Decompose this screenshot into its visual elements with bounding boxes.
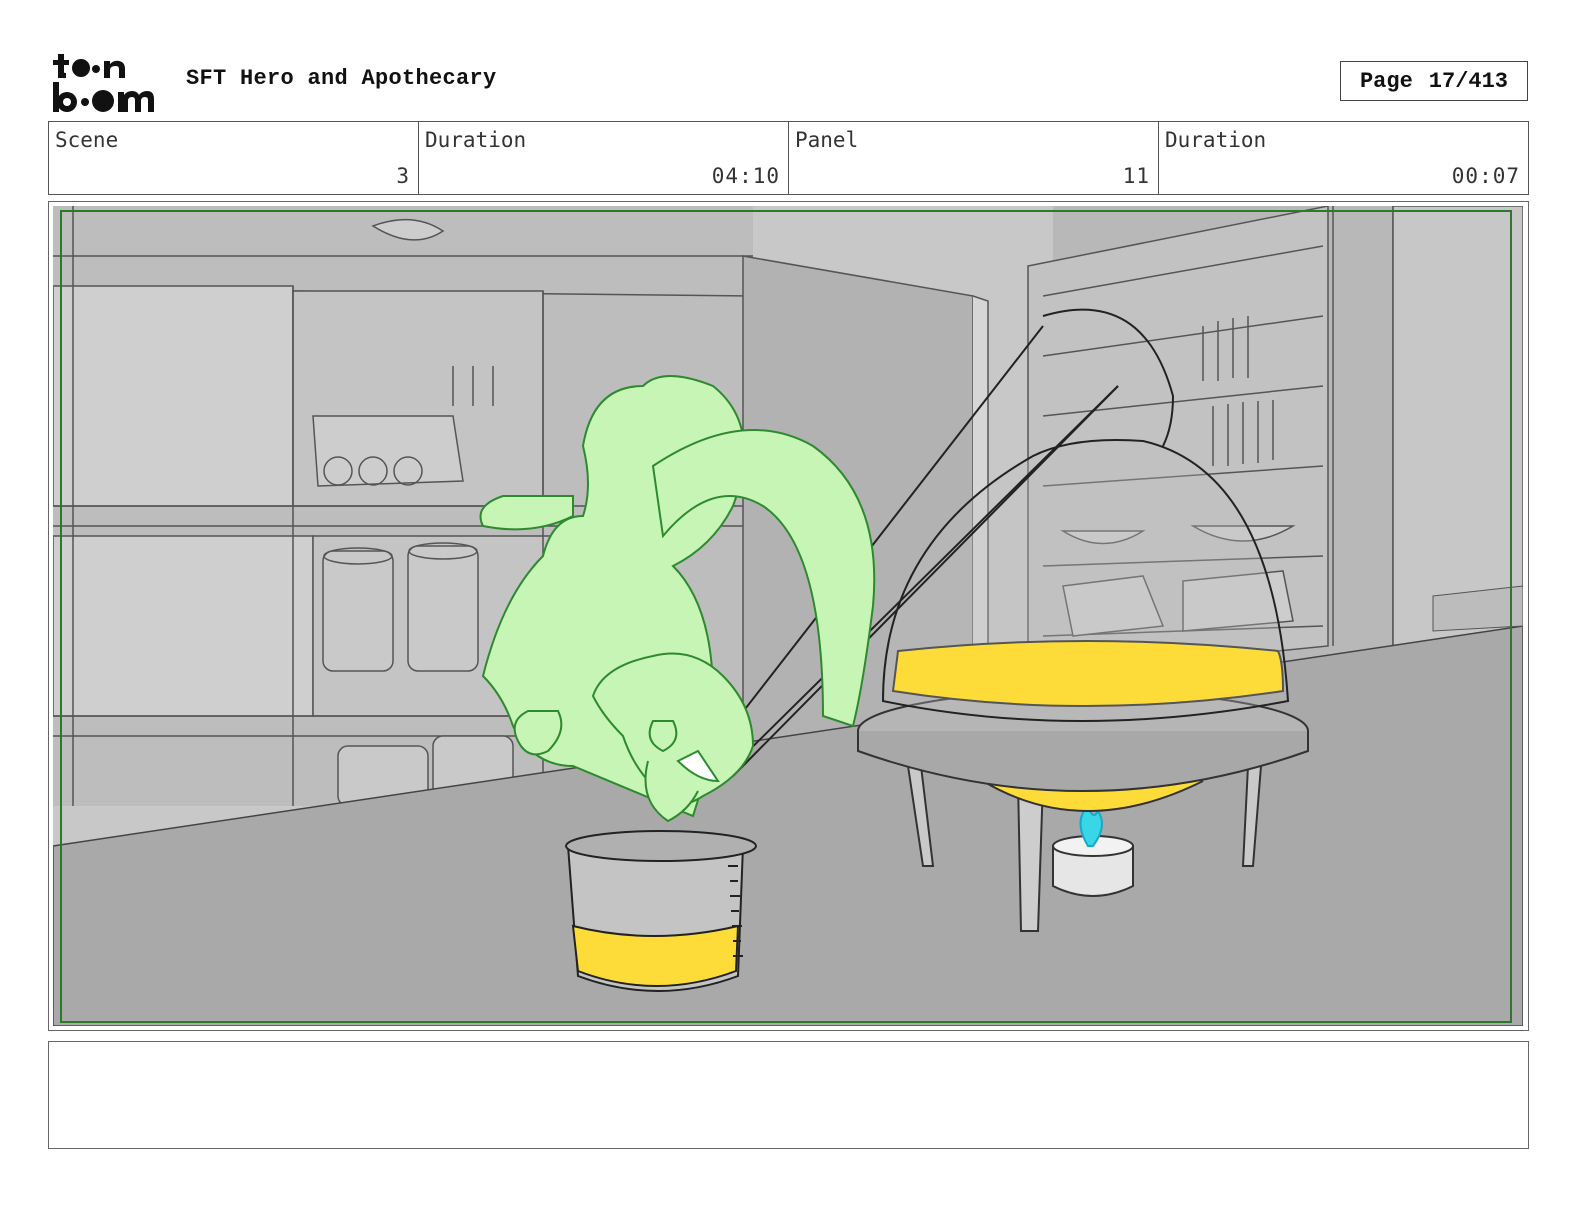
beaker: [565, 830, 757, 992]
scene-duration-value: 04:10: [711, 164, 780, 188]
page-number: 17/413: [1428, 68, 1509, 94]
toon-boom-logo: [53, 54, 154, 112]
scene-duration-cell: Duration 04:10: [419, 122, 789, 194]
panel-notes-box: [48, 1041, 1529, 1149]
panel-label: Panel: [795, 128, 859, 152]
document-title: SFT Hero and Apothecary: [186, 66, 497, 91]
storyboard-panel: [48, 201, 1529, 1031]
scene-info-table: Scene 3 Duration 04:10 Panel 11 Duration…: [48, 121, 1529, 195]
scene-value: 3: [396, 164, 410, 188]
panel-duration-label: Duration: [1165, 128, 1267, 152]
page-label: Page: [1359, 68, 1413, 94]
scene-duration-label: Duration: [425, 128, 527, 152]
page-indicator: Page 17/413: [1340, 61, 1528, 101]
scene-cell: Scene 3: [49, 122, 419, 194]
panel-drawing: [53, 206, 1523, 1026]
panel-value: 11: [1122, 164, 1150, 188]
panel-duration-cell: Duration 00:07: [1159, 122, 1528, 194]
panel-cell: Panel 11: [789, 122, 1159, 194]
scene-label: Scene: [55, 128, 119, 152]
panel-duration-value: 00:07: [1451, 164, 1520, 188]
